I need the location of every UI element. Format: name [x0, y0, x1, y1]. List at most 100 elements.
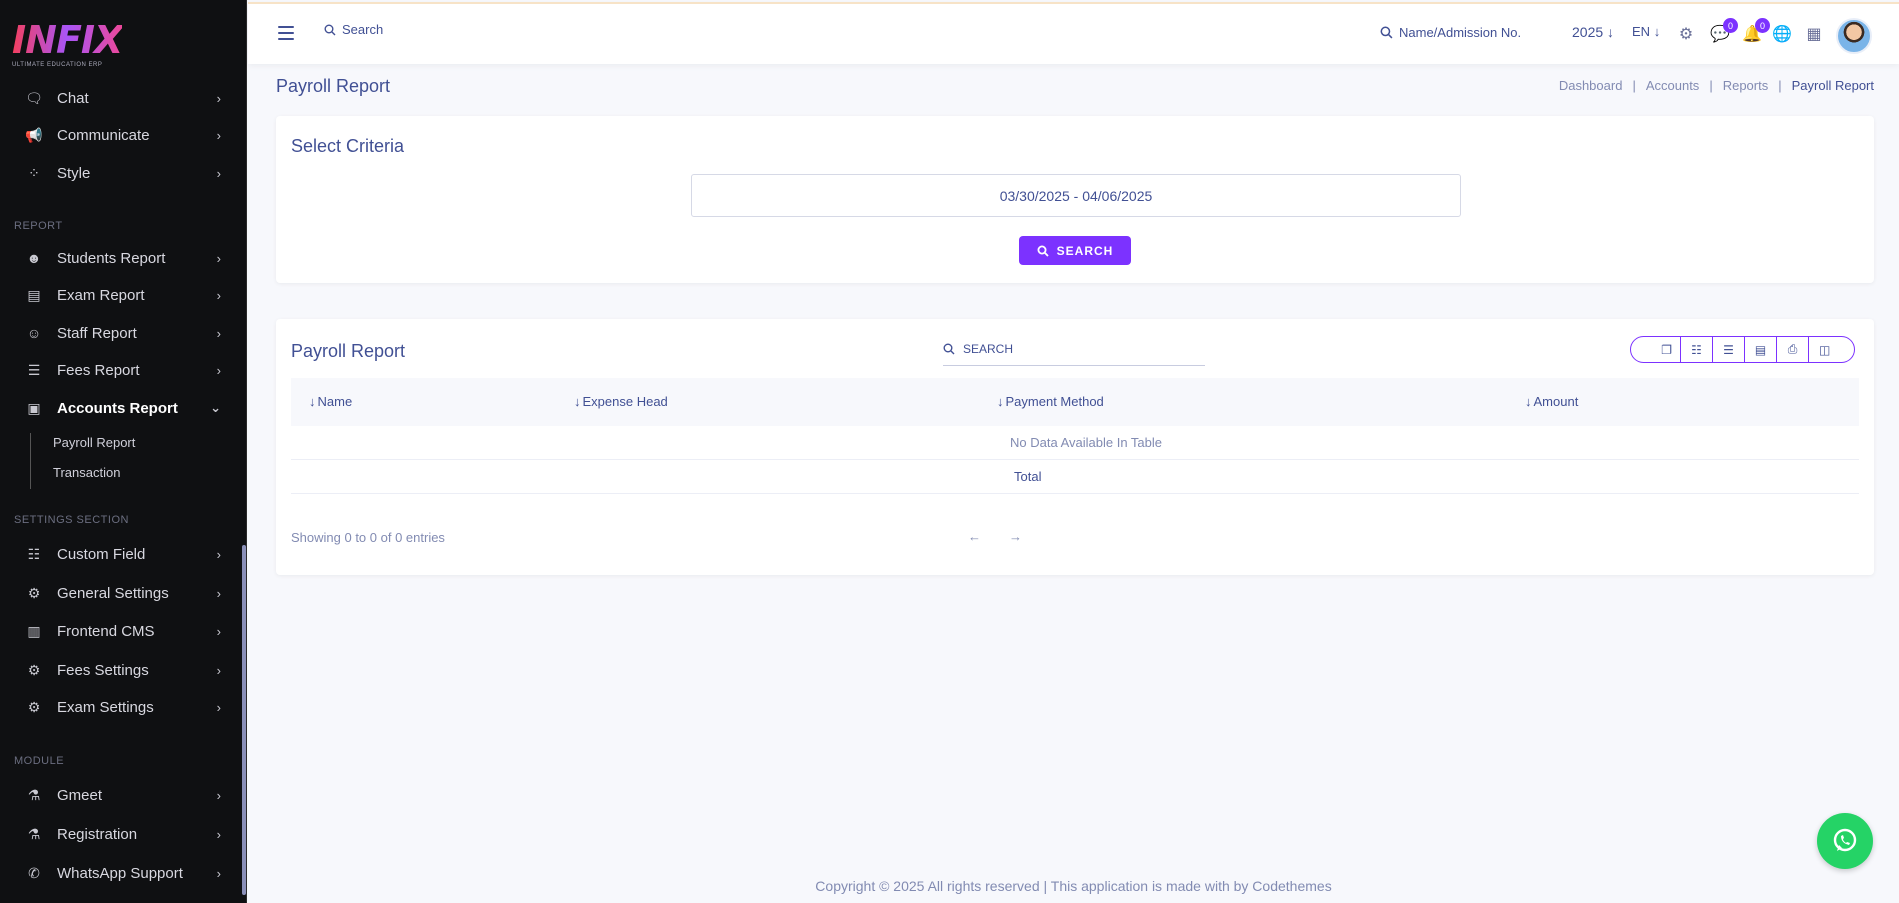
sort-arrow-icon: ↓ — [1525, 394, 1532, 409]
arrow-down-icon: ↓ — [1653, 24, 1661, 39]
global-search[interactable]: Search — [324, 22, 383, 37]
previous-page-button[interactable]: ← — [968, 529, 981, 544]
sidebar-item-label: Chat — [57, 89, 89, 107]
brand-tagline: ULTIMATE EDUCATION ERP — [12, 62, 103, 68]
chevron-right-icon: › — [216, 127, 221, 143]
chevron-right-icon: › — [216, 546, 221, 562]
sort-arrow-icon: ↓ — [574, 394, 581, 409]
sidebar-item-label: Frontend CMS — [57, 622, 155, 640]
total-label: Total — [1014, 469, 1042, 484]
menu-toggle-button[interactable] — [278, 26, 294, 40]
search-button[interactable]: SEARCH — [1019, 236, 1131, 265]
arrow-left-icon: ← — [968, 529, 981, 544]
sidebar-item-gmeet[interactable]: ⚗ Gmeet › — [0, 777, 243, 813]
sidebar-item-registration[interactable]: ⚗ Registration › — [0, 816, 243, 852]
chevron-right-icon: › — [216, 165, 221, 181]
user-tie-icon: ☺ — [26, 325, 42, 341]
next-page-button[interactable]: → — [1009, 529, 1022, 544]
sidebar-item-frontend-cms[interactable]: ▥ Frontend CMS › — [0, 613, 243, 649]
date-range-value: 03/30/2025 - 04/06/2025 — [999, 187, 1153, 204]
sidebar-item-fees-report[interactable]: ☰ Fees Report › — [0, 352, 243, 388]
sidebar-item-staff-report[interactable]: ☺ Staff Report › — [0, 315, 243, 351]
sidebar-item-general-settings[interactable]: ⚙ General Settings › — [0, 575, 243, 611]
field-icon: ☷ — [27, 545, 41, 562]
section-label-module: MODULE — [14, 755, 65, 767]
breadcrumb-current: Payroll Report — [1791, 78, 1874, 93]
brand-logo[interactable]: INFIX ULTIMATE EDUCATION ERP — [12, 20, 123, 68]
sidebar-item-whatsapp-support[interactable]: ✆ WhatsApp Support › — [0, 855, 243, 891]
search-button-label: SEARCH — [1056, 243, 1114, 258]
search-icon — [1037, 245, 1049, 257]
notification-badge: 0 — [1755, 18, 1770, 33]
whatsapp-icon: ✆ — [28, 864, 40, 881]
sidebar-item-label: Fees Settings — [57, 661, 149, 679]
chat-badge: 0 — [1723, 18, 1738, 33]
columns-button[interactable]: ◫ — [1809, 337, 1854, 362]
book-icon: ▤ — [27, 286, 41, 303]
student-search-label: Name/Admission No. — [1399, 25, 1522, 40]
excel-button[interactable]: ☷ — [1681, 337, 1713, 362]
arrow-right-icon: → — [1009, 529, 1022, 544]
chat-icon: 🗨 — [25, 89, 43, 106]
submenu-item-transaction[interactable]: Transaction — [53, 465, 120, 480]
sidebar-item-exam-settings[interactable]: ⚙ Exam Settings › — [0, 689, 243, 725]
table-search-input[interactable]: SEARCH — [943, 332, 1205, 366]
breadcrumb-separator: | — [1709, 78, 1713, 93]
chevron-right-icon: › — [216, 362, 221, 378]
sidebar-item-label: Fees Report — [57, 361, 140, 379]
sidebar-item-custom-field[interactable]: ☷ Custom Field › — [0, 536, 243, 572]
csv-icon: ☰ — [1723, 342, 1734, 357]
sidebar-item-accounts-report[interactable]: ▣ Accounts Report ⌄ — [0, 390, 243, 426]
sidebar: INFIX ULTIMATE EDUCATION ERP 🗨 Chat › 📢 … — [0, 0, 247, 903]
sidebar-item-label: Communicate — [57, 126, 150, 144]
csv-button[interactable]: ☰ — [1713, 337, 1745, 362]
chevron-right-icon: › — [216, 787, 221, 803]
sidebar-item-chat[interactable]: 🗨 Chat › — [0, 80, 243, 116]
column-header-name[interactable]: ↓ Name — [309, 394, 352, 409]
breadcrumb-dashboard[interactable]: Dashboard — [1559, 78, 1623, 93]
chevron-right-icon: › — [216, 325, 221, 341]
student-search[interactable]: Name/Admission No. — [1380, 25, 1521, 40]
sidebar-item-fees-settings[interactable]: ⚙ Fees Settings › — [0, 652, 243, 688]
pdf-button[interactable]: ▤ — [1745, 337, 1777, 362]
sidebar-scrollbar[interactable] — [242, 545, 246, 895]
submenu-item-payroll-report[interactable]: Payroll Report — [53, 435, 135, 450]
copyright: Copyright © 2025 All rights reserved | T… — [815, 878, 1332, 894]
chat-button[interactable]: 💬 0 — [1710, 18, 1738, 44]
money-icon: ▣ — [27, 399, 41, 416]
flask-icon: ⚗ — [27, 786, 41, 803]
globe-icon[interactable]: 🌐 — [1772, 24, 1792, 44]
gears-icon: ⚙ — [27, 661, 41, 678]
gears-icon: ⚙ — [27, 698, 41, 715]
date-range-input[interactable]: 03/30/2025 - 04/06/2025 — [691, 174, 1461, 217]
year-select[interactable]: 2025 ↓ — [1572, 24, 1614, 40]
notification-button[interactable]: 🔔 0 — [1742, 18, 1770, 44]
sort-arrow-icon: ↓ — [309, 394, 316, 409]
gears-icon: ⚙ — [27, 584, 41, 601]
whatsapp-button[interactable] — [1817, 813, 1873, 869]
sidebar-item-label: Exam Report — [57, 286, 145, 304]
breadcrumb-accounts[interactable]: Accounts — [1646, 78, 1699, 93]
table-row-empty: No Data Available In Table — [291, 426, 1859, 460]
column-header-expense-head[interactable]: ↓ Expense Head — [574, 394, 668, 409]
print-button[interactable]: ⎙ — [1777, 337, 1809, 362]
user-avatar[interactable] — [1836, 18, 1872, 54]
chevron-right-icon: › — [216, 585, 221, 601]
sidebar-item-style[interactable]: ⁘ Style › — [0, 155, 243, 191]
column-header-label: Name — [317, 394, 353, 409]
analytics-icon[interactable]: ▦ — [1804, 24, 1824, 44]
language-value: EN — [1632, 24, 1651, 39]
language-select[interactable]: EN ↓ — [1632, 24, 1660, 39]
sidebar-item-exam-report[interactable]: ▤ Exam Report › — [0, 277, 243, 313]
pdf-icon: ▤ — [1754, 342, 1767, 357]
sidebar-item-students-report[interactable]: ☻ Students Report › — [0, 240, 243, 276]
column-header-amount[interactable]: ↓ Amount — [1525, 394, 1578, 409]
copy-button[interactable]: ❐ — [1631, 337, 1681, 362]
sidebar-item-communicate[interactable]: 📢 Communicate › — [0, 117, 243, 153]
chevron-right-icon: › — [216, 826, 221, 842]
column-header-payment-method[interactable]: ↓ Payment Method — [997, 394, 1104, 409]
columns-icon: ◫ — [1819, 342, 1831, 357]
robot-icon[interactable]: ⚙ — [1676, 24, 1696, 44]
users-icon: ☻ — [26, 250, 42, 266]
breadcrumb-reports[interactable]: Reports — [1723, 78, 1769, 93]
